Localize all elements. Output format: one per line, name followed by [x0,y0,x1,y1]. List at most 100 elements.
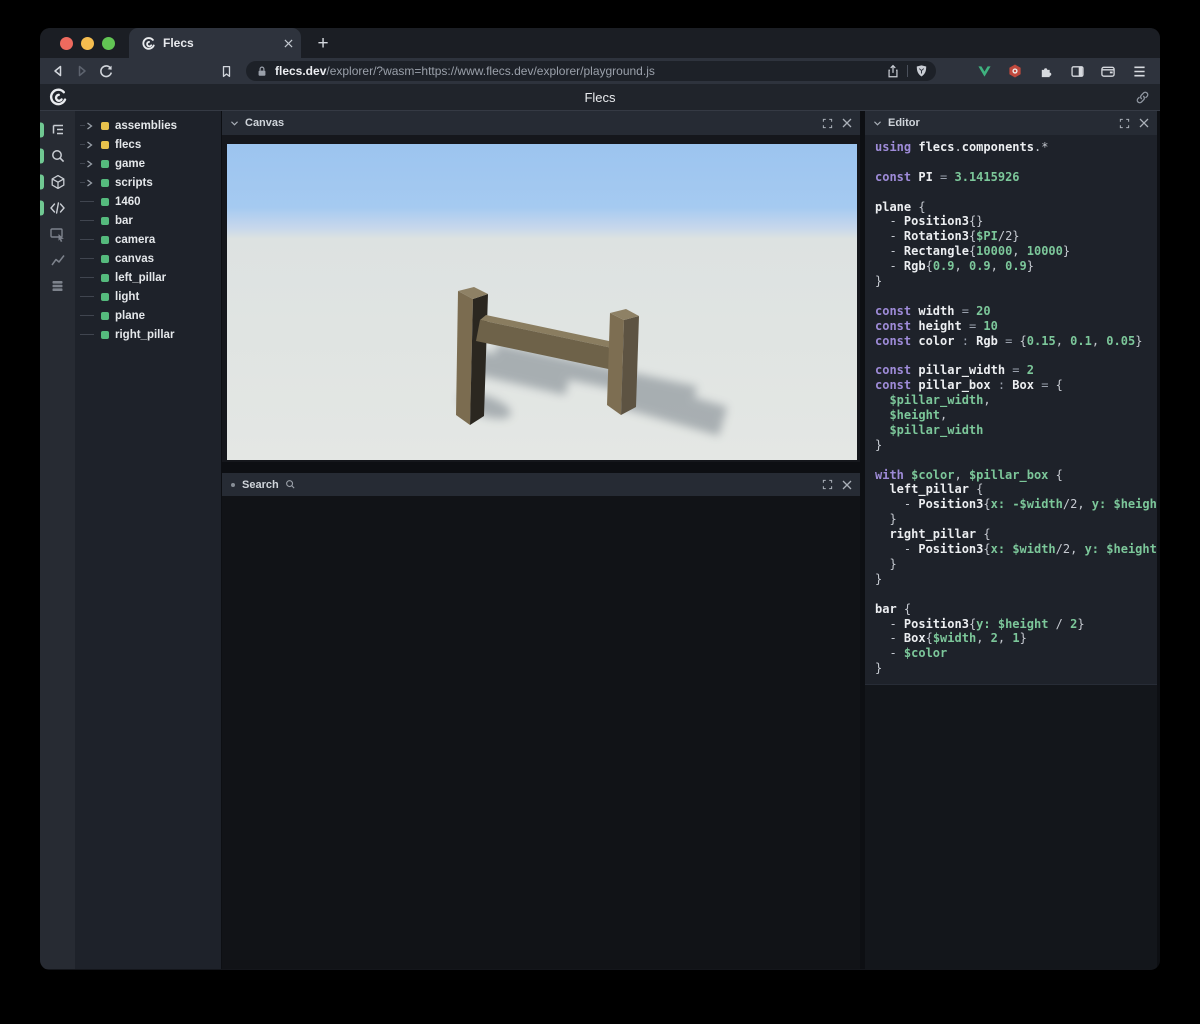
code-line: $height, [889,408,948,423]
editor-panel: Editor using flecs.components.* const PI… [865,111,1157,685]
expand-chevron-icon[interactable] [80,173,99,192]
query-inspector-icon[interactable] [40,221,75,247]
url-text: flecs.dev/explorer/?wasm=https://www.fle… [275,64,886,78]
code-line: - Position3{x: -$width/2, y: $height/2} [875,497,1157,512]
close-icon[interactable] [842,480,852,490]
tables-icon[interactable] [40,273,75,299]
tree-item-assemblies[interactable]: assemblies [75,116,221,135]
lock-icon[interactable] [256,65,268,78]
share-link-icon[interactable] [1135,90,1150,105]
entity-tree: assemblies flecs game scripts 1460 bar camera c… [75,111,221,969]
code-line: left_pillar { [889,482,984,497]
entity-tree-icon[interactable] [40,117,75,143]
entity-square-icon [101,216,109,225]
browser-toolbar: flecs.dev/explorer/?wasm=https://www.fle… [40,58,1160,84]
canvas-panel-header: Canvas [222,111,860,135]
share-icon[interactable] [886,64,900,79]
canvas-panel-title: Canvas [245,117,285,129]
code-line: $pillar_width [889,422,984,437]
tree-item-label: right_pillar [115,328,175,341]
entity-square-icon [101,197,109,206]
tree-item-scripts[interactable]: scripts [75,173,221,192]
tree-guide [80,249,99,268]
sidebar-toggle-icon[interactable] [1066,60,1088,82]
tree-item-1460[interactable]: 1460 [75,192,221,211]
new-tab-button[interactable]: + [309,30,337,58]
chevron-down-icon[interactable] [230,120,239,127]
menu-icon[interactable] [1128,60,1150,82]
tree-item-flecs[interactable]: flecs [75,135,221,154]
tree-item-canvas[interactable]: canvas [75,249,221,268]
code-line: } [875,661,883,676]
search-icon[interactable] [40,143,75,169]
vue-devtools-icon[interactable] [973,60,995,82]
icon-rail [40,111,75,969]
code-line: - Rgb{0.9, 0.9, 0.9} [875,259,1035,274]
tree-item-label: flecs [115,138,142,151]
tree-item-plane[interactable]: plane [75,306,221,325]
editor-panel-title: Editor [888,117,920,129]
entity-square-icon [101,178,109,187]
back-button[interactable] [46,60,70,82]
bookmark-icon[interactable] [214,60,238,82]
3d-viewport[interactable] [227,144,857,460]
minimize-window-button[interactable] [81,36,94,50]
browser-tab-flecs[interactable]: Flecs [129,28,301,58]
close-icon[interactable] [1139,118,1149,128]
close-window-button[interactable] [60,36,73,50]
tree-item-camera[interactable]: camera [75,230,221,249]
editor-panel-after [865,685,1157,969]
code-line: right_pillar { [889,527,991,542]
wallet-icon[interactable] [1097,60,1119,82]
code-line: } [875,437,883,452]
expand-chevron-icon[interactable] [80,116,99,135]
search-panel-title: Search [242,478,279,491]
code-line: - Position3{} [875,214,984,229]
brave-shield-icon[interactable] [915,64,928,78]
entity-square-icon [101,159,109,168]
stats-chart-icon[interactable] [40,247,75,273]
extension-badge-icon[interactable] [1004,60,1026,82]
expand-chevron-icon[interactable] [80,135,99,154]
reload-button[interactable] [94,60,118,82]
editor-code[interactable]: using flecs.components.* const PI = 3.14… [865,135,1157,684]
url-host: flecs.dev [275,64,327,78]
url-path: /explorer/?wasm=https://www.flecs.dev/ex… [326,64,655,78]
sky-ground [227,144,857,460]
extensions-puzzle-icon[interactable] [1035,60,1057,82]
entity-square-icon [101,121,109,130]
code-line: } [875,571,883,586]
code-icon[interactable] [40,195,75,221]
tree-item-right_pillar[interactable]: right_pillar [75,325,221,344]
tree-item-label: assemblies [115,119,178,132]
tab-close-icon[interactable] [284,38,293,48]
collapsed-dot-icon[interactable] [230,482,236,488]
tree-item-label: scripts [115,176,153,189]
tree-item-bar[interactable]: bar [75,211,221,230]
page-title: Flecs [584,89,616,105]
close-icon[interactable] [842,118,852,128]
chevron-down-icon[interactable] [873,120,882,127]
forward-button[interactable] [70,60,94,82]
entity-square-icon [101,273,109,282]
address-bar[interactable]: flecs.dev/explorer/?wasm=https://www.fle… [246,61,936,81]
zoom-window-button[interactable] [102,36,115,50]
expand-icon[interactable] [1119,118,1130,129]
tree-guide [80,211,99,230]
tree-item-left_pillar[interactable]: left_pillar [75,268,221,287]
tree-item-label: bar [115,214,133,227]
expand-chevron-icon[interactable] [80,154,99,173]
tree-item-game[interactable]: game [75,154,221,173]
expand-icon[interactable] [822,479,833,490]
browser-window: Flecs + flecs.dev/explorer/?wasm=https:/… [40,28,1160,970]
tree-item-light[interactable]: light [75,287,221,306]
tree-guide [80,192,99,211]
expand-icon[interactable] [822,118,833,129]
tree-item-label: light [115,290,140,303]
search-panel: Search [222,473,860,969]
scene-cube-icon[interactable] [40,169,75,195]
right-pillar [607,309,639,415]
